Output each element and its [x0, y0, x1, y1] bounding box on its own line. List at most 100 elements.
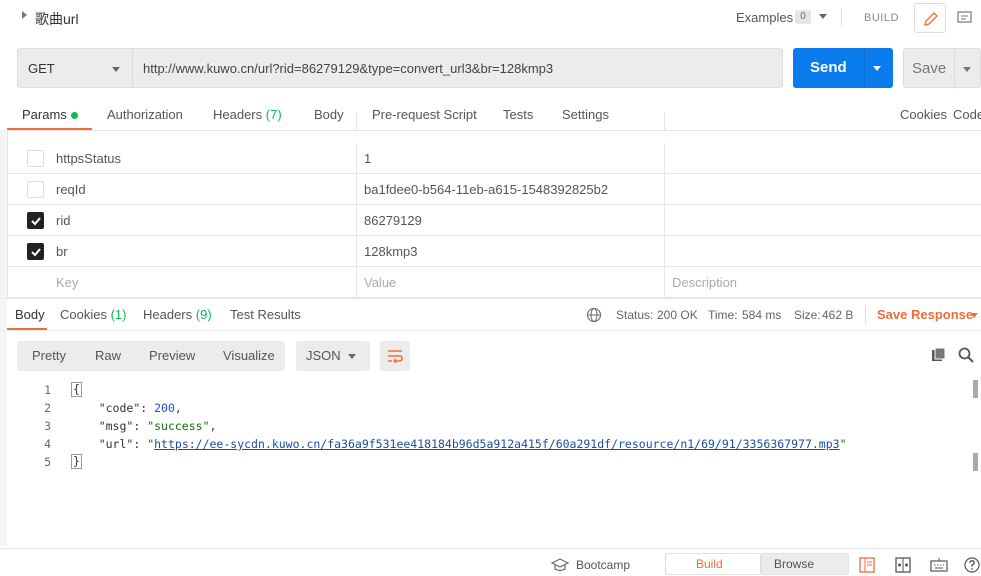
value-placeholder[interactable]: Value — [364, 275, 396, 290]
table-row-partial — [8, 112, 981, 131]
row-checkbox-checked[interactable] — [27, 243, 44, 260]
time-value[interactable]: 584 ms — [742, 308, 781, 322]
chevron-down-icon[interactable] — [970, 313, 978, 318]
comment-icon — [957, 11, 972, 23]
column-divider — [356, 143, 357, 174]
description-placeholder[interactable]: Description — [672, 275, 737, 290]
tab-response-body[interactable]: Body — [15, 307, 45, 322]
send-button[interactable]: Send — [793, 48, 893, 88]
status-value[interactable]: 200 OK — [657, 308, 698, 322]
bootcamp-link[interactable]: Bootcamp — [576, 558, 630, 572]
table-row: rid 86279129 — [8, 205, 981, 236]
send-label: Send — [810, 59, 847, 76]
column-divider — [356, 112, 357, 130]
row-checkbox[interactable] — [27, 181, 44, 198]
preview-button[interactable]: Preview — [149, 348, 195, 363]
response-body-editor[interactable]: 1 2 3 4 5 { "code": 200, "msg": "success… — [7, 378, 981, 546]
row-checkbox-checked[interactable] — [27, 212, 44, 229]
divider — [865, 306, 866, 324]
copy-icon[interactable] — [931, 347, 947, 363]
two-pane-icon[interactable] — [895, 557, 911, 573]
graduation-cap-icon[interactable] — [551, 558, 569, 572]
params-table: httpsStatus 1 reqId ba1fdee0-b564-11eb-a… — [7, 112, 981, 298]
comments-button[interactable] — [950, 3, 980, 33]
param-key[interactable]: br — [56, 244, 68, 259]
param-key[interactable]: rid — [56, 213, 70, 228]
save-button[interactable]: Save — [903, 48, 981, 89]
tab-cookies-count: (1) — [110, 307, 127, 322]
method-select[interactable]: GET — [17, 48, 132, 88]
json-key: "url" — [98, 437, 134, 451]
build-mode-label[interactable]: BUILD — [864, 12, 899, 24]
build-tab[interactable]: Build — [665, 553, 761, 575]
save-label: Save — [912, 60, 947, 77]
column-divider — [664, 112, 665, 130]
help-icon[interactable] — [964, 557, 980, 573]
checkmark-icon — [31, 217, 41, 226]
pretty-button[interactable]: Pretty — [17, 341, 79, 371]
column-divider — [664, 205, 665, 236]
chevron-down-icon[interactable] — [963, 67, 971, 72]
divider — [954, 49, 955, 89]
param-value[interactable]: 86279129 — [364, 213, 422, 228]
search-icon[interactable] — [958, 347, 974, 363]
globe-icon[interactable] — [586, 307, 602, 323]
column-divider — [356, 236, 357, 267]
format-select[interactable]: JSON — [296, 341, 370, 371]
url-input[interactable] — [132, 48, 783, 88]
column-divider — [664, 267, 665, 298]
param-value[interactable]: 128kmp3 — [364, 244, 417, 259]
build-tab-label: Build — [696, 557, 723, 571]
table-row-new: Key Value Description — [8, 267, 981, 298]
table-row: reqId ba1fdee0-b564-11eb-a615-1548392825… — [8, 174, 981, 205]
tab-test-results[interactable]: Test Results — [230, 307, 301, 322]
size-value[interactable]: 462 B — [822, 308, 853, 322]
size-label: Size: — [794, 308, 821, 322]
expand-arrow-icon[interactable] — [22, 11, 27, 19]
param-value[interactable]: ba1fdee0-b564-11eb-a615-1548392825b2 — [364, 182, 608, 197]
code-line: { — [71, 382, 82, 397]
column-divider — [356, 205, 357, 236]
raw-button[interactable]: Raw — [95, 348, 121, 363]
request-name[interactable]: 歌曲url — [35, 9, 79, 29]
param-key[interactable]: httpsStatus — [56, 151, 121, 166]
column-divider — [664, 174, 665, 205]
scrollbar-thumb[interactable] — [973, 453, 978, 471]
json-url-link[interactable]: https://ee-sycdn.kuwo.cn/fa36a9f531ee418… — [154, 437, 839, 451]
request-title-row: 歌曲url Examples 0 BUILD — [0, 0, 981, 36]
edit-button[interactable] — [914, 3, 946, 33]
row-checkbox[interactable] — [27, 150, 44, 167]
key-placeholder[interactable]: Key — [56, 275, 78, 290]
scrollbar-thumb[interactable] — [973, 380, 978, 398]
time-label: Time: — [708, 308, 738, 322]
pretty-label: Pretty — [32, 348, 66, 363]
visualize-button[interactable]: Visualize — [223, 348, 275, 363]
line-number: 4 — [44, 437, 51, 451]
code-line: "code": 200, — [98, 401, 182, 415]
browse-tab[interactable]: Browse — [761, 553, 849, 575]
table-row: br 128kmp3 — [8, 236, 981, 267]
tab-response-cookies[interactable]: Cookies (1) — [60, 307, 126, 322]
wrap-lines-button[interactable] — [380, 341, 410, 371]
checkmark-icon — [31, 248, 41, 257]
layout-icon[interactable] — [859, 557, 875, 573]
json-number: 200 — [154, 401, 175, 415]
tab-response-headers[interactable]: Headers (9) — [143, 307, 212, 322]
chevron-down-icon — [112, 67, 120, 72]
param-key[interactable]: reqId — [56, 182, 86, 197]
json-key: "code" — [98, 401, 141, 415]
param-value[interactable]: 1 — [364, 151, 371, 166]
keyboard-icon[interactable] — [930, 557, 948, 573]
json-key: "msg" — [98, 419, 134, 433]
chevron-down-icon[interactable] — [819, 14, 827, 19]
line-number: 5 — [44, 455, 51, 469]
examples-label[interactable]: Examples — [736, 10, 793, 25]
line-number: 2 — [44, 401, 51, 415]
chevron-down-icon — [348, 354, 356, 359]
method-value: GET — [28, 61, 55, 76]
save-response-button[interactable]: Save Response — [877, 307, 973, 322]
table-row: httpsStatus 1 — [8, 143, 981, 174]
line-number: 1 — [44, 383, 51, 397]
chevron-down-icon[interactable] — [873, 66, 881, 71]
tab-cookies-label: Cookies — [60, 307, 107, 322]
